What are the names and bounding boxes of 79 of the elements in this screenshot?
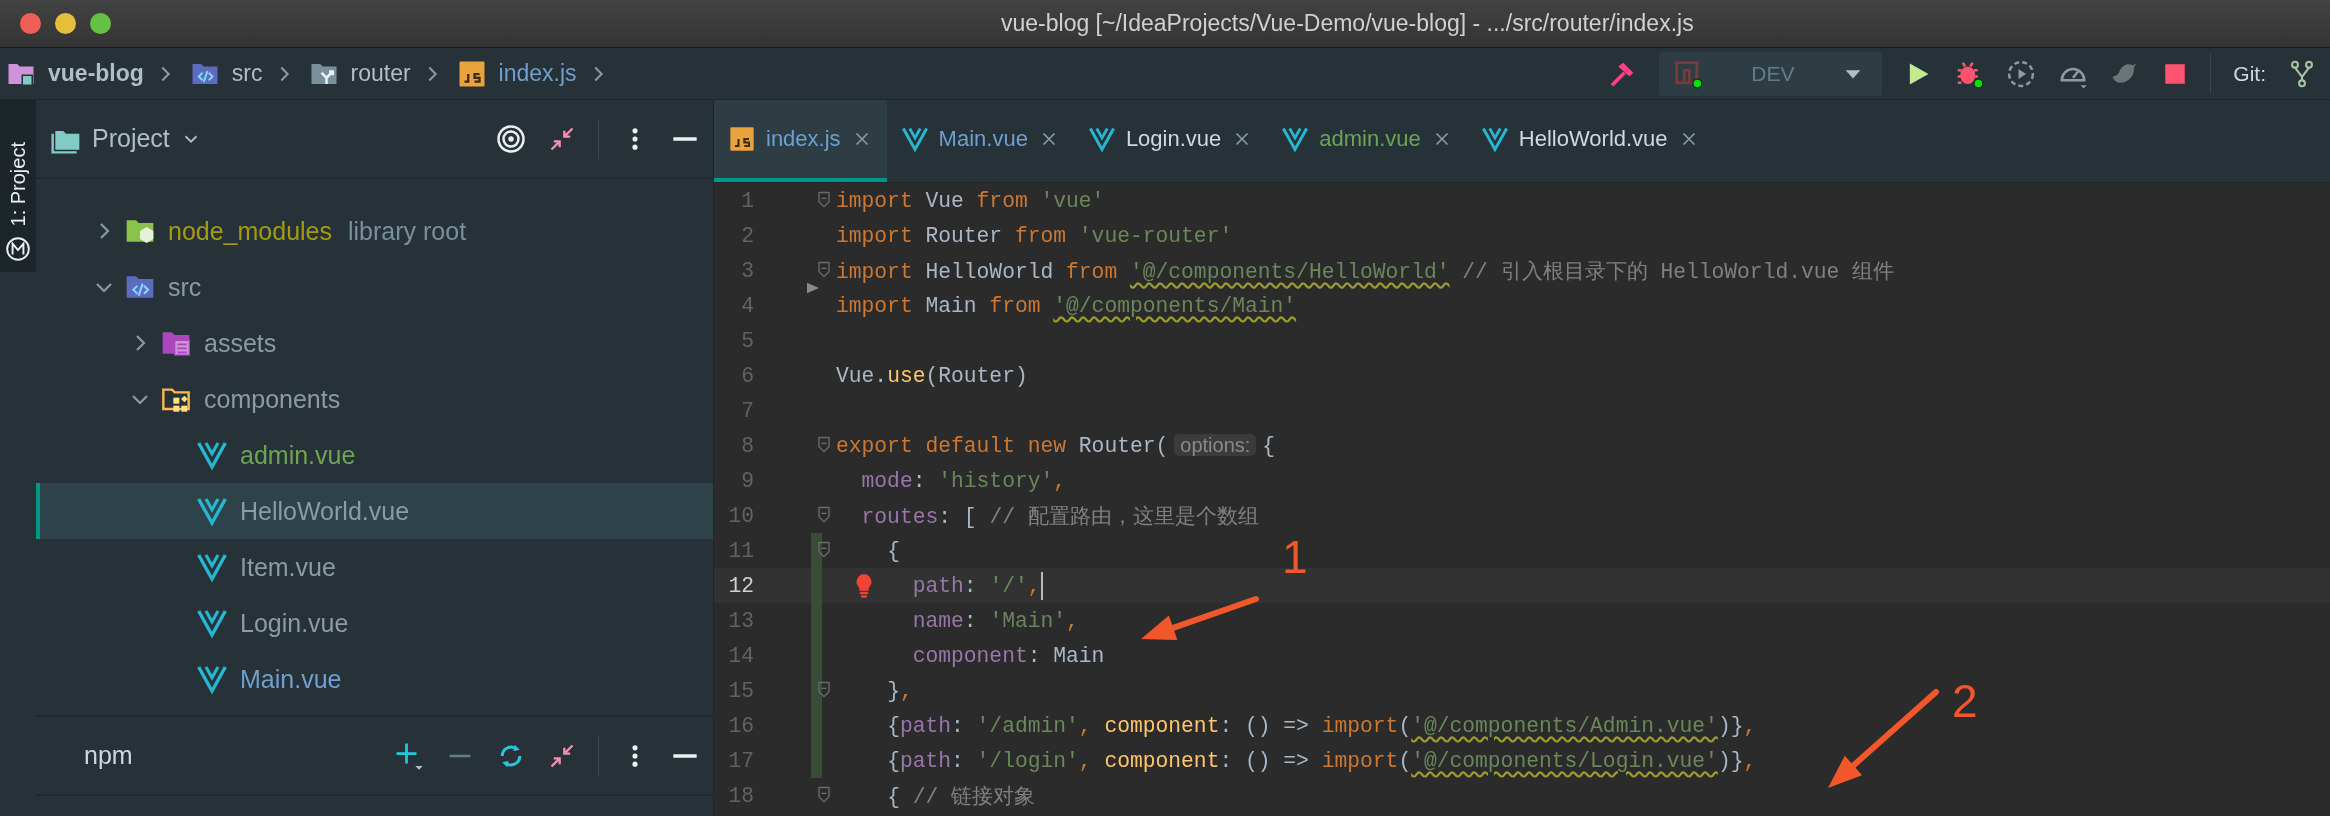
line-number: 15 bbox=[727, 678, 754, 703]
line-number: 2 bbox=[740, 223, 754, 248]
vue-file-icon bbox=[1480, 125, 1509, 153]
vue-file-icon bbox=[196, 551, 228, 583]
tree-item[interactable]: admin.vue bbox=[36, 427, 713, 483]
tree-item[interactable]: Item.vue bbox=[36, 539, 713, 595]
line-number: 7 bbox=[740, 398, 754, 423]
line-number: 3 bbox=[740, 258, 754, 283]
git-label: Git: bbox=[2233, 61, 2266, 86]
breadcrumb-item[interactable]: index.js bbox=[456, 58, 577, 89]
code-line: {path: '/login', component: () => import('@/components/Login.vue')}, bbox=[887, 748, 1757, 773]
tool-window-tab[interactable]: 1: Project bbox=[0, 100, 36, 272]
code-line: name: 'Main', bbox=[912, 608, 1079, 633]
editor-tab[interactable]: admin.vue bbox=[1267, 100, 1467, 182]
js-file-icon bbox=[728, 125, 756, 153]
code-line: component: Main bbox=[912, 643, 1105, 668]
line-number: 11 bbox=[727, 538, 754, 563]
code-line: }, bbox=[887, 678, 913, 703]
code-line: {path: '/admin', component: () => import('@/components/Admin.vue')}, bbox=[887, 713, 1757, 738]
panel-title-dropdown[interactable]: Project bbox=[50, 122, 202, 155]
code-line: path: '/', bbox=[912, 573, 1041, 598]
window-title: vue-blog [~/IdeaProjects/Vue-Demo/vue-blog] - .../src/router/index.js bbox=[1001, 10, 1694, 37]
vue-file-icon bbox=[900, 125, 929, 153]
breadcrumb-item[interactable]: src bbox=[189, 58, 263, 89]
coverage-icon[interactable] bbox=[2006, 58, 2037, 89]
tree-item[interactable]: node_modules library root bbox=[36, 203, 713, 259]
editor-tab[interactable]: Login.vue bbox=[1073, 100, 1268, 182]
vue-file-icon bbox=[1087, 125, 1116, 153]
breadcrumb-item[interactable]: router bbox=[308, 58, 411, 89]
vue-file-icon bbox=[196, 607, 228, 639]
editor-tab[interactable]: Main.vue bbox=[886, 100, 1074, 182]
minimize-button[interactable] bbox=[55, 13, 76, 34]
circle-m-icon bbox=[5, 236, 31, 262]
vue-file-icon bbox=[196, 439, 228, 471]
panel-title: npm bbox=[83, 741, 133, 770]
zoom-button[interactable] bbox=[90, 13, 111, 34]
line-number: 4 bbox=[740, 293, 754, 318]
close-button[interactable] bbox=[20, 13, 41, 34]
line-number: 1 bbox=[740, 188, 754, 213]
editor-tab[interactable]: index.js bbox=[714, 100, 887, 182]
tree-item[interactable]: assets bbox=[36, 315, 713, 371]
line-number: 18 bbox=[727, 783, 754, 808]
annotation-number: 1 bbox=[1282, 534, 1308, 580]
code-line: { // 链接对象 bbox=[887, 784, 1036, 810]
annotation-number: 2 bbox=[1952, 678, 1978, 724]
code-line: { bbox=[887, 538, 900, 563]
code-line: export default new Router( options: { bbox=[836, 433, 1276, 458]
editor-tab[interactable]: HelloWorld.vue bbox=[1466, 100, 1714, 182]
line-number: 5 bbox=[740, 328, 754, 353]
line-number: 10 bbox=[727, 503, 754, 528]
run-config-icon bbox=[1673, 58, 1704, 89]
line-number: 6 bbox=[740, 363, 754, 388]
tree-item[interactable]: Main.vue bbox=[36, 651, 713, 707]
branch-icon[interactable] bbox=[2288, 59, 2316, 88]
code-line: import Router from 'vue-router' bbox=[836, 223, 1233, 248]
tree-item[interactable]: HelloWorld.vue bbox=[36, 483, 713, 539]
line-number: 12 bbox=[727, 573, 754, 598]
vue-file-icon bbox=[196, 663, 228, 695]
line-number: 9 bbox=[740, 468, 754, 493]
tree-item[interactable]: Login.vue bbox=[36, 595, 713, 651]
code-line: Vue.use(Router) bbox=[836, 363, 1028, 388]
line-number: 8 bbox=[740, 433, 754, 458]
code-line: import Vue from 'vue' bbox=[836, 188, 1105, 213]
code-line: routes: [ // 配置路由，这里是个数组 bbox=[861, 504, 1259, 530]
line-number: 17 bbox=[727, 748, 754, 773]
run-configuration-dropdown[interactable]: DEV bbox=[1659, 51, 1883, 96]
vue-file-icon bbox=[196, 495, 228, 527]
text-cursor bbox=[1040, 571, 1043, 600]
tree-item[interactable]: src bbox=[36, 259, 713, 315]
tree-item[interactable]: components bbox=[36, 371, 713, 427]
line-number: 13 bbox=[727, 608, 754, 633]
line-number: 14 bbox=[727, 643, 754, 668]
code-line: import HelloWorld from '@/components/HelloWorld' // 引入根目录下的 HelloWorld.vue 组件 bbox=[836, 259, 1895, 285]
code-line: import Main from '@/components/Main' bbox=[836, 293, 1297, 318]
line-number: 16 bbox=[727, 713, 754, 738]
breadcrumb-item[interactable]: vue-blog bbox=[6, 58, 144, 89]
target-icon[interactable] bbox=[496, 123, 526, 154]
vue-file-icon bbox=[1281, 125, 1310, 153]
code-line: mode: 'history', bbox=[861, 468, 1067, 493]
